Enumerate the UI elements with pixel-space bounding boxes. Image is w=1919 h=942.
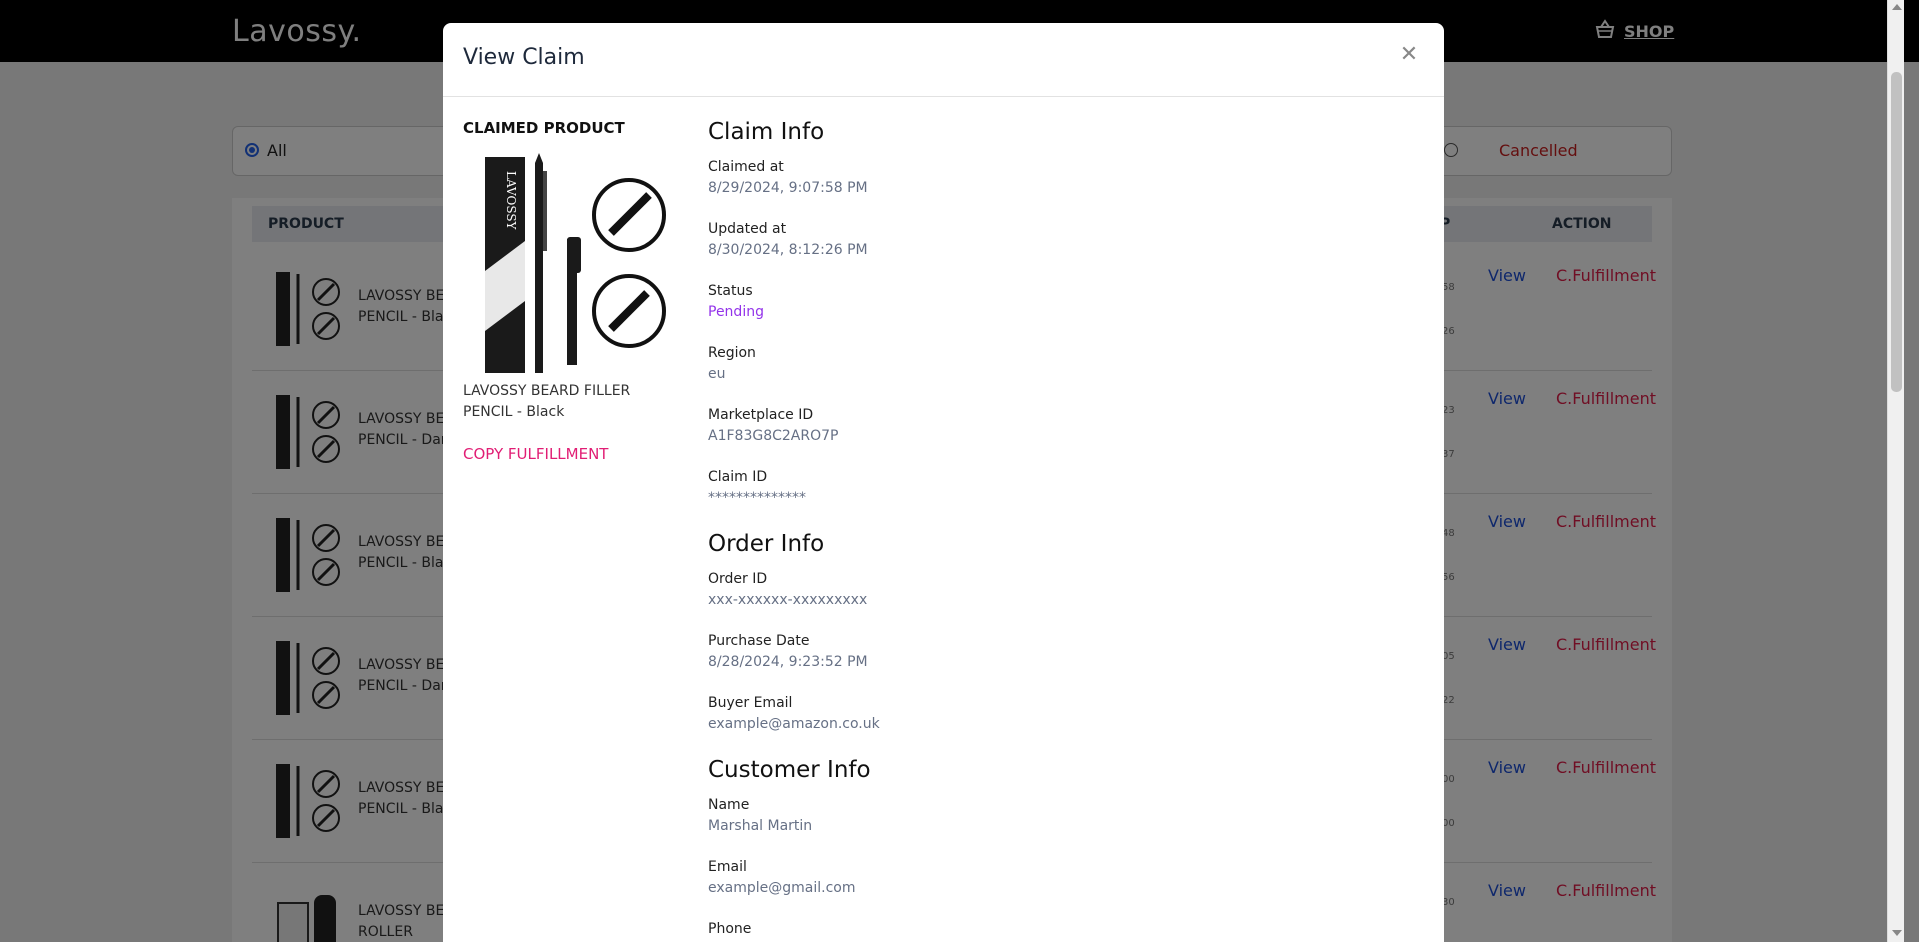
modal-header: View Claim ✕	[443, 23, 1444, 97]
modal-title: View Claim	[463, 45, 585, 70]
email-label: Email	[708, 859, 747, 875]
scroll-thumb[interactable]	[1891, 72, 1902, 392]
claim-id-value: **************	[708, 490, 806, 506]
updated-at-label: Updated at	[708, 221, 787, 237]
status-label: Status	[708, 283, 753, 299]
claim-info-heading: Claim Info	[708, 119, 825, 145]
name-value: Marshal Martin	[708, 818, 813, 834]
claimed-at-value: 8/29/2024, 9:07:58 PM	[708, 180, 868, 196]
customer-info-heading: Customer Info	[708, 757, 871, 783]
updated-at-value: 8/30/2024, 8:12:26 PM	[708, 242, 868, 258]
region-value: eu	[708, 366, 726, 382]
name-label: Name	[708, 797, 750, 813]
marketplace-id-value: A1F83G8C2ARO7P	[708, 428, 839, 444]
close-icon[interactable]: ✕	[1399, 44, 1419, 66]
page-scrollbar[interactable]	[1887, 0, 1904, 942]
view-claim-modal: View Claim ✕ CLAIMED PRODUCT LAVOSSY LAV…	[443, 23, 1444, 942]
order-info-heading: Order Info	[708, 531, 825, 557]
product-image: LAVOSSY	[485, 153, 666, 373]
buyer-email-value: example@amazon.co.uk	[708, 716, 880, 732]
claimed-product-name: LAVOSSY BEARD FILLER PENCIL - Black	[463, 383, 631, 420]
order-id-value: xxx-xxxxxx-xxxxxxxxx	[708, 592, 868, 608]
copy-fulfillment-button[interactable]: COPY FULFILLMENT	[463, 445, 608, 463]
purchase-date-label: Purchase Date	[708, 633, 810, 649]
product-brand-text: LAVOSSY	[504, 171, 518, 231]
marketplace-id-label: Marketplace ID	[708, 407, 814, 423]
buyer-email-label: Buyer Email	[708, 695, 793, 711]
scroll-down-arrow-icon[interactable]	[1892, 930, 1902, 936]
claim-id-label: Claim ID	[708, 469, 768, 485]
purchase-date-value: 8/28/2024, 9:23:52 PM	[708, 654, 868, 670]
region-label: Region	[708, 345, 756, 361]
email-value: example@gmail.com	[708, 880, 856, 896]
scroll-up-arrow-icon[interactable]	[1892, 4, 1902, 10]
order-id-label: Order ID	[708, 571, 768, 587]
status-value: Pending	[708, 304, 764, 320]
phone-label: Phone	[708, 921, 752, 937]
claimed-product-heading: CLAIMED PRODUCT	[463, 119, 625, 137]
claimed-at-label: Claimed at	[708, 159, 784, 175]
